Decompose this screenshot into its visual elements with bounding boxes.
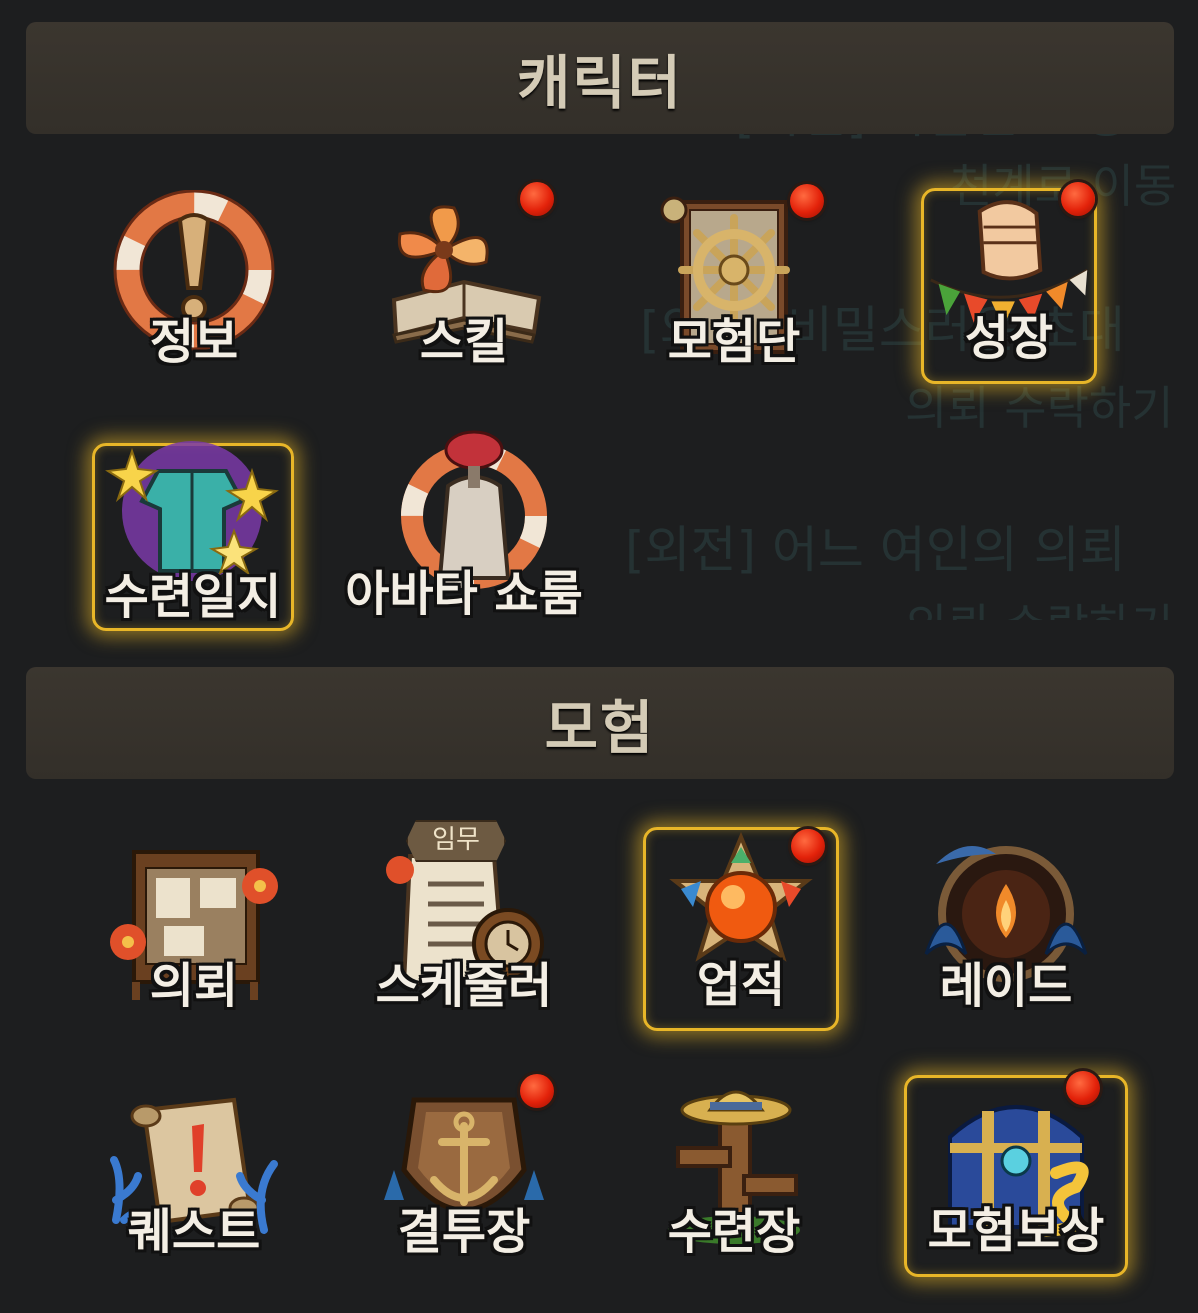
menu-item-info[interactable]: 정보 (94, 188, 294, 388)
menu-item-scheduler[interactable]: 임무 스케줄러 (364, 820, 564, 1032)
adventure-section-header: 모험 (26, 667, 1174, 779)
adventure-section-title: 모험 (544, 694, 656, 762)
menu-item-raid[interactable]: 레이드 (906, 832, 1106, 1032)
menu-item-skill[interactable]: 스킬 (364, 182, 564, 388)
menu-item-label: 업적 (696, 957, 786, 1013)
menu-item-adventure-reward[interactable]: 모험보상 (904, 1071, 1128, 1277)
menu-item-label: 아바타 쇼룸 (345, 566, 583, 622)
menu-item-label: 성장 (964, 310, 1054, 366)
menu-item-label: 수련일지 (104, 569, 282, 625)
notification-dot (1066, 1071, 1100, 1105)
menu-item-label: 퀘스트 (127, 1204, 261, 1260)
menu-item-growth[interactable]: 성장 (921, 182, 1097, 384)
menu-item-label: 의뢰 (149, 958, 239, 1014)
menu-item-quest[interactable]: 퀘스트 (94, 1078, 294, 1278)
notification-dot (1061, 182, 1095, 216)
notification-dot (520, 1074, 554, 1108)
menu-item-avatar-showroom[interactable]: 아바타 쇼룸 (345, 420, 583, 622)
menu-item-label: 모험보상 (927, 1203, 1105, 1259)
notification-dot (791, 829, 825, 863)
menu-item-adventure-team[interactable]: 모험단 (634, 184, 834, 388)
menu-item-label: 모험단 (667, 314, 801, 370)
menu-item-label: 레이드 (939, 958, 1073, 1014)
bg-quest-step-3: 의뢰 수락하기 (905, 590, 1174, 620)
bg-quest-title-3: [외전] 어느 여인의 의뢰 (625, 521, 1126, 579)
notification-dot (790, 184, 824, 218)
menu-item-request[interactable]: 의뢰 (94, 832, 294, 1032)
menu-item-label: 정보 (149, 314, 239, 370)
menu-item-label: 스케줄러 (375, 958, 553, 1014)
menu-item-label: 수련장 (667, 1204, 801, 1260)
character-section-title: 캐릭터 (516, 49, 684, 117)
menu-item-label: 스킬 (419, 314, 509, 370)
menu-item-label: 결투장 (397, 1204, 531, 1260)
mission-tag: 임무 (406, 820, 506, 862)
character-section-header: 캐릭터 (26, 22, 1174, 134)
menu-item-arena[interactable]: 결투장 (364, 1074, 564, 1278)
menu-item-achievement[interactable]: 업적 (643, 827, 839, 1031)
menu-item-training-journal[interactable]: 수련일지 (92, 441, 294, 631)
notification-dot (520, 182, 554, 216)
menu-item-training-ground[interactable]: 수련장 (634, 1078, 834, 1278)
